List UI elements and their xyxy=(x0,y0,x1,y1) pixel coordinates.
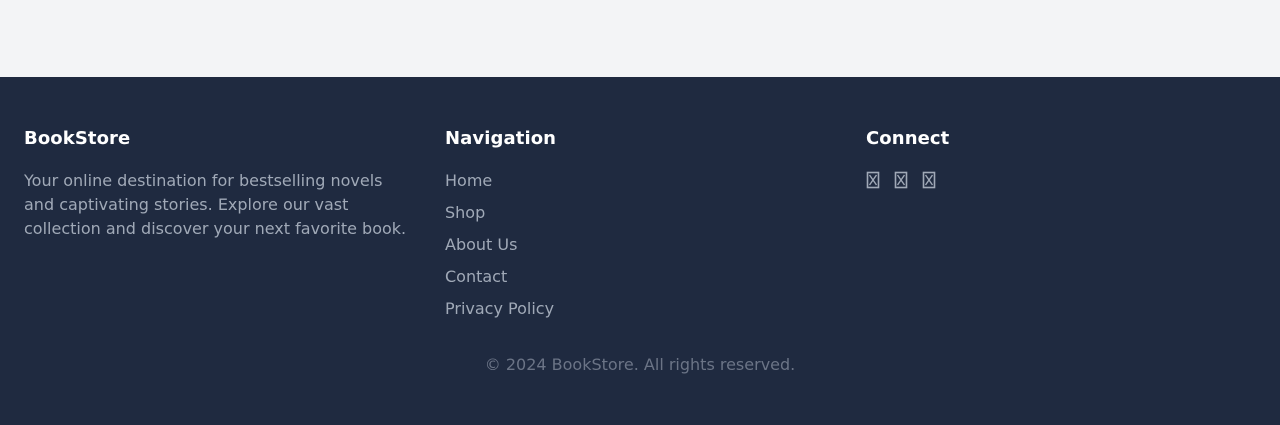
footer-connect-title: Connect xyxy=(866,128,950,149)
page-content-area xyxy=(0,0,1280,77)
social-link-3[interactable] xyxy=(922,171,936,189)
missing-glyph-icon xyxy=(866,171,880,189)
footer-brand-title: BookStore xyxy=(24,128,131,149)
footer-link-about-us[interactable]: About Us xyxy=(445,235,517,254)
social-link-2[interactable] xyxy=(894,171,908,189)
social-link-1[interactable] xyxy=(866,171,880,189)
site-footer: BookStore Your online destination for be… xyxy=(0,77,1280,425)
missing-glyph-icon xyxy=(894,171,908,189)
footer-link-privacy-policy[interactable]: Privacy Policy xyxy=(445,299,554,318)
missing-glyph-icon xyxy=(922,171,936,189)
footer-link-shop[interactable]: Shop xyxy=(445,203,485,222)
footer-brand-description: Your online destination for bestselling … xyxy=(24,171,407,238)
footer-nav-item: About Us xyxy=(445,233,835,265)
footer-navigation-title: Navigation xyxy=(445,128,557,149)
footer-brand-column: BookStore Your online destination for be… xyxy=(24,128,414,241)
social-links xyxy=(866,171,1256,189)
footer-link-home[interactable]: Home xyxy=(445,171,492,190)
footer-nav-list: Home Shop About Us Contact Privacy Polic… xyxy=(445,169,835,329)
footer-link-contact[interactable]: Contact xyxy=(445,267,507,286)
footer-connect-column: Connect xyxy=(866,128,1256,189)
footer-nav-item: Home xyxy=(445,169,835,201)
footer-nav-item: Privacy Policy xyxy=(445,297,835,329)
footer-navigation-column: Navigation Home Shop About Us Contact Pr… xyxy=(445,128,835,329)
footer-copyright: © 2024 BookStore. All rights reserved. xyxy=(484,355,796,374)
footer-nav-item: Shop xyxy=(445,201,835,233)
footer-nav-item: Contact xyxy=(445,265,835,297)
